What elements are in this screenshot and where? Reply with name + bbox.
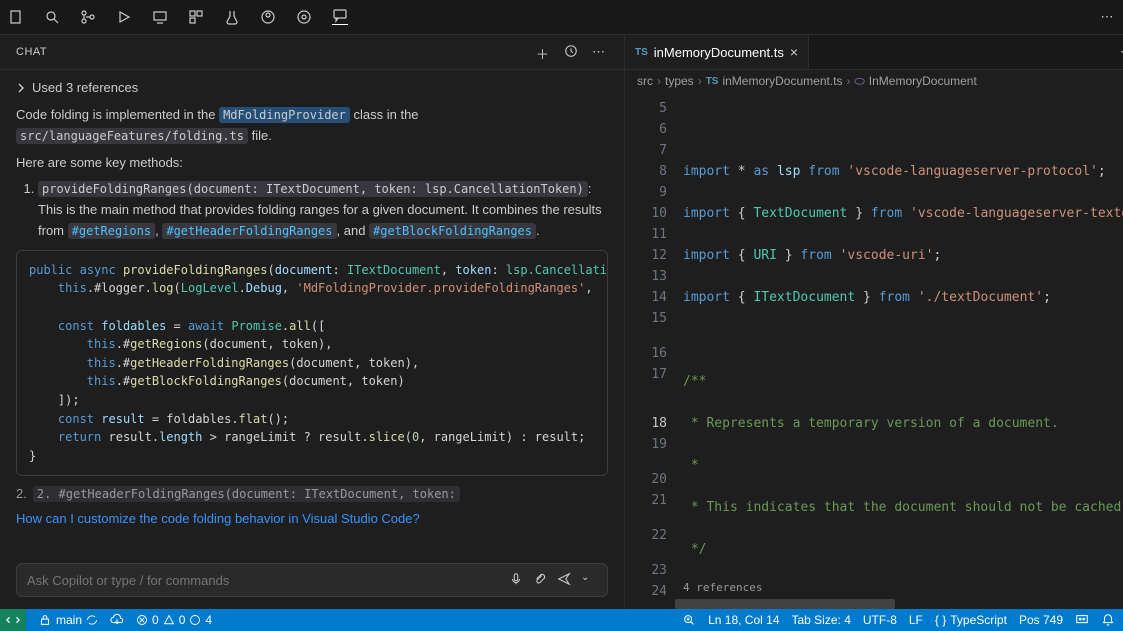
hash-ref[interactable]: #getRegions [68,223,155,239]
testing-icon[interactable] [224,9,240,25]
new-chat-icon[interactable]: ＋ [536,44,552,60]
chat-input[interactable]: ⌄ [16,563,608,597]
remote-icon [6,613,20,627]
lock-icon [38,613,52,627]
chat-response-text: Code folding is implemented in the MdFol… [16,105,608,147]
chat-response-heading: Here are some key methods: [16,153,608,174]
bell-icon[interactable] [1101,613,1115,627]
feedback-icon[interactable] [1075,613,1089,627]
copilot-chat-icon[interactable] [332,9,348,25]
error-icon [136,614,148,626]
ts-icon: TS [635,47,648,58]
followup-suggestion[interactable]: How can I customize the code folding beh… [16,511,608,526]
chat-title: CHAT [16,46,47,58]
scrollbar-horizontal[interactable] [675,599,1123,609]
hash-ref[interactable]: #getHeaderFoldingRanges [162,223,336,239]
used-references[interactable]: Used 3 references [16,80,608,95]
more-icon[interactable]: ⋯ [592,44,608,60]
run-debug-icon[interactable] [116,9,132,25]
ts-icon: TS [706,76,719,87]
editor-panel: TS inMemoryDocument.ts × ⋯ src› types› T… [625,35,1123,609]
chevron-right-icon [16,83,26,93]
mic-icon[interactable] [509,572,525,588]
class-pill[interactable]: MdFoldingProvider [219,107,350,123]
settings-icon[interactable] [296,9,312,25]
status-lncol[interactable]: Ln 18, Col 14 [708,613,779,627]
method-item-truncated: 2.2. #getHeaderFoldingRanges(document: I… [16,486,608,501]
files-icon[interactable] [8,9,24,25]
search-icon[interactable] [44,9,60,25]
cloud-icon[interactable] [110,613,124,627]
ports-icon [189,614,201,626]
chevron-down-icon[interactable]: ⌄ [581,572,597,588]
method-item: provideFoldingRanges(document: ITextDocu… [38,179,608,241]
close-icon[interactable]: × [790,44,798,60]
gutter: 5678910111213141516171819202122232425262… [625,92,675,609]
history-icon[interactable] [564,44,580,60]
send-icon[interactable] [557,572,573,588]
remote-icon[interactable] [152,9,168,25]
problems-indicator[interactable]: 0 0 4 [136,613,212,627]
zoom-icon[interactable] [682,613,696,627]
remote-indicator[interactable] [0,609,26,631]
codelens[interactable]: 4 references [683,581,1123,595]
breadcrumb[interactable]: src› types› TS inMemoryDocument.ts› ⬭ In… [625,70,1123,92]
statusbar: main 0 0 4 Ln 18, Col 14 Tab Size: 4 UTF… [0,609,1123,631]
tab-label: inMemoryDocument.ts [654,45,784,60]
source-control-icon[interactable] [80,9,96,25]
extensions-icon[interactable] [188,9,204,25]
code-content[interactable]: import * as lsp from 'vscode-languageser… [675,92,1123,609]
accounts-icon[interactable] [260,9,276,25]
file-pill[interactable]: src/languageFeatures/folding.ts [16,128,248,144]
chat-input-field[interactable] [27,573,501,588]
attach-icon[interactable] [533,572,549,588]
tab-active[interactable]: TS inMemoryDocument.ts × [625,35,809,69]
warning-icon [163,614,175,626]
status-pos[interactable]: Pos 749 [1019,613,1063,627]
status-tabsize[interactable]: Tab Size: 4 [792,613,851,627]
chat-body: Used 3 references Code folding is implem… [0,70,624,555]
more-icon[interactable]: ⋯ [1099,9,1115,25]
branch-indicator[interactable]: main [38,613,98,627]
sync-icon[interactable] [86,614,98,626]
status-encoding[interactable]: UTF-8 [863,613,897,627]
editor[interactable]: 5678910111213141516171819202122232425262… [625,92,1123,609]
chat-panel: CHAT ＋ ⋯ Used 3 references Code folding … [0,35,625,609]
tab-bar: TS inMemoryDocument.ts × ⋯ [625,35,1123,70]
status-language[interactable]: { } TypeScript [935,613,1007,627]
signature-pill[interactable]: provideFoldingRanges(document: ITextDocu… [38,181,588,197]
hash-ref[interactable]: #getBlockFoldingRanges [369,223,536,239]
chat-header: CHAT ＋ ⋯ [0,35,624,70]
titlebar: ⋯ [0,0,1123,35]
code-block: public async provideFoldingRanges(docume… [16,250,608,477]
more-icon[interactable]: ⋯ [1108,35,1123,69]
status-eol[interactable]: LF [909,613,923,627]
